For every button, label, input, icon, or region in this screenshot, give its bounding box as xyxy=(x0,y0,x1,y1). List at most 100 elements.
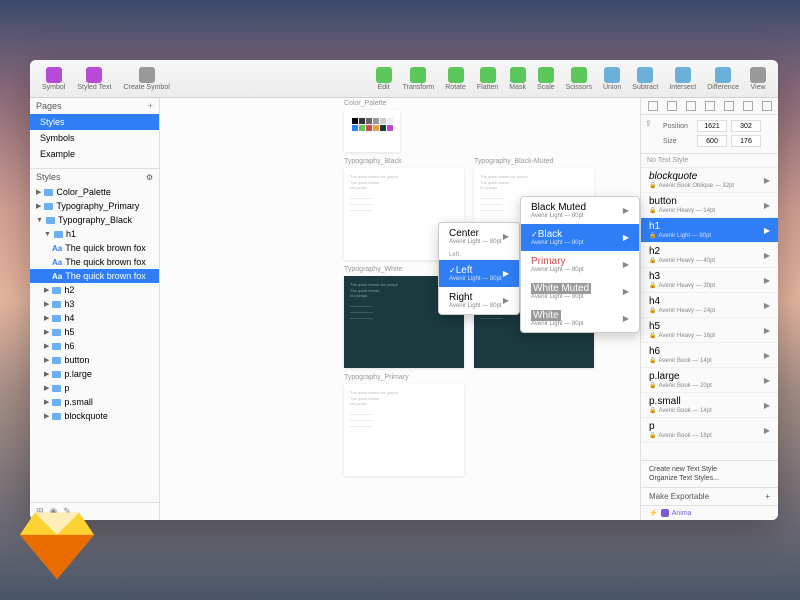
tree-item[interactable]: AaThe quick brown fox xyxy=(30,269,159,283)
tree-item[interactable]: ▶blockquote xyxy=(30,409,159,423)
artboard-label: Typography_Black-Muted xyxy=(474,158,553,165)
lock-icon: 🔒 xyxy=(649,282,656,289)
toolbar-union[interactable]: Union xyxy=(599,67,625,91)
make-exportable[interactable]: Make Exportable+ xyxy=(641,487,778,505)
pos-x-input[interactable] xyxy=(697,120,727,132)
align-controls xyxy=(641,98,778,115)
text-style-action[interactable]: Organize Text Styles... xyxy=(649,474,770,483)
tree-item[interactable]: ▶Typography_Primary xyxy=(30,199,159,213)
text-style-h4[interactable]: h4🔒Avenir Heavy — 24pt▶ xyxy=(641,293,778,318)
text-style-h5[interactable]: h5🔒Avenir Heavy — 16pt▶ xyxy=(641,318,778,343)
align-option-left[interactable]: ✓LeftAvenir Light — 80pt▶ xyxy=(439,260,519,287)
pos-y-input[interactable] xyxy=(731,120,761,132)
tree-item[interactable]: ▶p.large xyxy=(30,367,159,381)
chevron-right-icon: ▶ xyxy=(764,276,770,285)
text-style-p[interactable]: p🔒Avenir Book — 16pt▶ xyxy=(641,418,778,443)
align-right-icon[interactable] xyxy=(686,101,696,111)
tree-item[interactable]: ▼Typography_Black xyxy=(30,213,159,227)
align-top-icon[interactable] xyxy=(705,101,715,111)
toolbar-create-symbol[interactable]: Create Symbol xyxy=(119,67,173,91)
color-option[interactable]: PrimaryAvenir Light — 80pt▶ xyxy=(521,251,639,278)
toolbar-edit[interactable]: Edit xyxy=(372,67,396,91)
toolbar-symbol[interactable]: Symbol xyxy=(38,67,69,91)
add-page-icon[interactable]: + xyxy=(148,101,153,111)
text-style-button[interactable]: button🔒Avenir Heavy — 14pt▶ xyxy=(641,193,778,218)
sketch-logo xyxy=(20,512,94,580)
artboard[interactable]: Color_Palette xyxy=(344,110,400,152)
color-option[interactable]: Black MutedAvenir Light — 80pt▶ xyxy=(521,197,639,224)
text-style-icon: Aa xyxy=(52,244,62,253)
toolbar-mask[interactable]: Mask xyxy=(505,67,530,91)
text-style-h1[interactable]: h1🔒Avenir Light — 80pt▶ xyxy=(641,218,778,243)
page-styles[interactable]: Styles xyxy=(30,114,159,130)
toolbar-subtract[interactable]: Subtract xyxy=(628,67,662,91)
distribute-icon[interactable] xyxy=(762,101,772,111)
chevron-right-icon: ▶ xyxy=(764,376,770,385)
text-style-p.large[interactable]: p.large🔒Avenir Book — 20pt▶ xyxy=(641,368,778,393)
anima-plugin[interactable]: ⚡ Anima xyxy=(641,505,778,520)
align-left-icon[interactable] xyxy=(648,101,658,111)
toolbar-transform[interactable]: Transform xyxy=(399,67,439,91)
color-option[interactable]: WhiteAvenir Light — 80pt▶ xyxy=(521,305,639,332)
tree-item[interactable]: ▶h2 xyxy=(30,283,159,297)
align-option-center[interactable]: CenterAvenir Light — 80pt▶ xyxy=(439,223,519,250)
tree-item[interactable]: ▶button xyxy=(30,353,159,367)
text-style-h2[interactable]: h2🔒Avenir Heavy — 40pt▶ xyxy=(641,243,778,268)
size-w-input[interactable] xyxy=(697,135,727,147)
tree-item[interactable]: ▶h6 xyxy=(30,339,159,353)
text-style-action[interactable]: Create new Text Style xyxy=(649,465,770,474)
artboard[interactable]: Typography_PrimaryThe quick brown fox ju… xyxy=(344,384,464,476)
chevron-right-icon: ▶ xyxy=(764,401,770,410)
align-option-right[interactable]: RightAvenir Light — 80pt▶ xyxy=(439,287,519,314)
page-symbols[interactable]: Symbols xyxy=(30,130,159,146)
align-center-icon[interactable] xyxy=(667,101,677,111)
folder-icon xyxy=(52,343,61,350)
toolbar-rotate[interactable]: Rotate xyxy=(441,67,470,91)
bolt-icon: ⚡ xyxy=(649,509,658,517)
chevron-right-icon: ▶ xyxy=(623,260,629,269)
tree-item[interactable]: ▶h3 xyxy=(30,297,159,311)
lock-icon: 🔒 xyxy=(649,307,656,314)
page-example[interactable]: Example xyxy=(30,146,159,162)
tree-item[interactable]: ▶Color_Palette xyxy=(30,185,159,199)
lock-icon: 🔒 xyxy=(649,257,656,264)
inspector: ⇪ Position Size No Text Style blockquote… xyxy=(640,98,778,520)
tree-item[interactable]: AaThe quick brown fox xyxy=(30,255,159,269)
tree-item[interactable]: ▶h5 xyxy=(30,325,159,339)
tree-item[interactable]: AaThe quick brown fox xyxy=(30,241,159,255)
tree-item[interactable]: ▶p xyxy=(30,381,159,395)
color-option[interactable]: White MutedAvenir Light — 80pt▶ xyxy=(521,278,639,305)
toolbar-view[interactable]: View xyxy=(746,67,770,91)
artboard-label: Typography_Primary xyxy=(344,374,409,381)
folder-icon xyxy=(52,315,61,322)
text-style-h3[interactable]: h3🔒Avenir Heavy — 30pt▶ xyxy=(641,268,778,293)
text-style-blockquote[interactable]: blockquote🔒Avenir Book Oblique — 32pt▶ xyxy=(641,168,778,193)
toolbar-difference[interactable]: Difference xyxy=(703,67,743,91)
tree-item[interactable]: ▶p.small xyxy=(30,395,159,409)
chevron-right-icon: ▶ xyxy=(623,233,629,242)
no-text-style: No Text Style xyxy=(641,154,778,168)
toolbar-scissors[interactable]: Scissors xyxy=(562,67,596,91)
folder-icon xyxy=(52,399,61,406)
tree-item[interactable]: ▶h4 xyxy=(30,311,159,325)
toolbar-scale[interactable]: Scale xyxy=(533,67,559,91)
folder-icon xyxy=(46,217,55,224)
size-h-input[interactable] xyxy=(731,135,761,147)
color-option[interactable]: ✓BlackAvenir Light — 80pt▶ xyxy=(521,224,639,251)
toolbar-intersect[interactable]: Intersect xyxy=(665,67,700,91)
artboard-label: Typography_Black xyxy=(344,158,402,165)
chevron-right-icon: ▶ xyxy=(764,201,770,210)
align-middle-icon[interactable] xyxy=(724,101,734,111)
align-bottom-icon[interactable] xyxy=(743,101,753,111)
lock-icon: 🔒 xyxy=(649,207,656,214)
tree-item[interactable]: ▼h1 xyxy=(30,227,159,241)
folder-icon xyxy=(52,287,61,294)
toolbar-flatten[interactable]: Flatten xyxy=(473,67,502,91)
toolbar-styled-text[interactable]: Styled Text xyxy=(73,67,115,91)
share-icon[interactable]: ⇪ xyxy=(645,119,659,133)
text-style-p.small[interactable]: p.small🔒Avenir Book — 14pt▶ xyxy=(641,393,778,418)
folder-icon xyxy=(52,301,61,308)
text-style-h6[interactable]: h6🔒Avenir Book — 14pt▶ xyxy=(641,343,778,368)
text-style-icon: Aa xyxy=(52,272,62,281)
filter-icon[interactable]: ⚙ xyxy=(146,173,153,182)
